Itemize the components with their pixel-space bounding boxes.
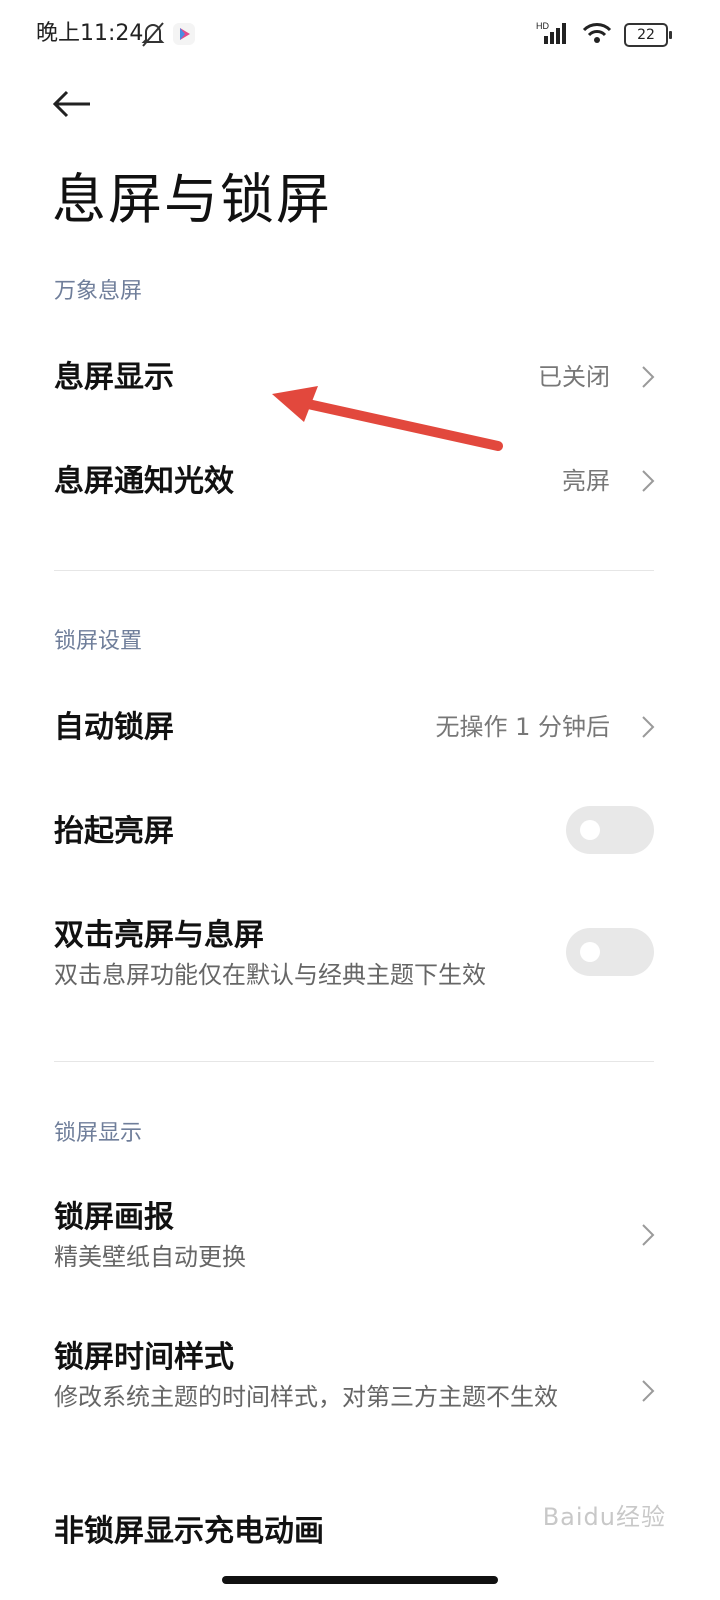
row-title: 非锁屏显示充电动画	[54, 1514, 324, 1549]
home-indicator[interactable]	[222, 1576, 498, 1584]
row-raise-to-wake[interactable]: 抬起亮屏	[0, 784, 720, 880]
svg-text:HD: HD	[536, 21, 549, 31]
status-time: 晚上11:24	[36, 21, 144, 46]
row-lockscreen-wallpaper[interactable]: 锁屏画报 精美壁纸自动更换	[0, 1176, 720, 1296]
row-double-tap[interactable]: 双击亮屏与息屏 双击息屏功能仅在默认与经典主题下生效	[0, 890, 720, 1020]
back-arrow-icon	[52, 89, 92, 123]
row-lock-clock-style[interactable]: 锁屏时间样式 修改系统主题的时间样式，对第三方主题不生效	[0, 1316, 720, 1466]
section-header-lock-settings: 锁屏设置	[54, 629, 143, 654]
chevron-right-icon	[636, 710, 660, 744]
chevron-right-icon	[636, 1374, 660, 1408]
divider	[54, 570, 654, 571]
toggle-knob	[580, 820, 600, 840]
page-title: 息屏与锁屏	[52, 168, 332, 231]
divider	[54, 1061, 654, 1062]
row-title: 锁屏画报	[54, 1200, 174, 1235]
row-value: 无操作 1 分钟后	[435, 713, 610, 741]
row-title: 息屏显示	[54, 360, 174, 395]
chevron-right-icon	[636, 464, 660, 498]
raise-to-wake-toggle[interactable]	[566, 806, 654, 854]
battery-icon: 22	[624, 23, 672, 47]
section-header-aod: 万象息屏	[54, 279, 143, 304]
section-header-lock-display: 锁屏显示	[54, 1121, 143, 1146]
row-title: 息屏通知光效	[54, 464, 234, 499]
row-title: 抬起亮屏	[54, 814, 174, 849]
mute-bell-icon	[140, 20, 166, 48]
watermark: Baidu经验	[542, 1503, 666, 1531]
chevron-right-icon	[636, 1218, 660, 1252]
row-auto-lock[interactable]: 自动锁屏 无操作 1 分钟后	[0, 680, 720, 776]
row-subtitle: 精美壁纸自动更换	[54, 1243, 246, 1271]
toggle-knob	[580, 942, 600, 962]
row-title: 双击亮屏与息屏	[54, 918, 264, 953]
row-value: 亮屏	[562, 467, 610, 495]
annotation-arrow-icon	[260, 380, 510, 460]
row-subtitle: 修改系统主题的时间样式，对第三方主题不生效	[54, 1383, 558, 1411]
row-title: 自动锁屏	[54, 710, 174, 745]
status-icons: HD 22	[536, 20, 672, 50]
row-title: 锁屏时间样式	[54, 1340, 234, 1375]
app-notification-icon	[172, 22, 196, 46]
double-tap-toggle[interactable]	[566, 928, 654, 976]
signal-icon: HD	[536, 20, 570, 50]
back-button[interactable]	[48, 82, 96, 130]
row-subtitle: 双击息屏功能仅在默认与经典主题下生效	[54, 961, 486, 989]
chevron-right-icon	[636, 360, 660, 394]
wifi-icon	[582, 21, 612, 49]
row-value: 已关闭	[538, 363, 610, 391]
